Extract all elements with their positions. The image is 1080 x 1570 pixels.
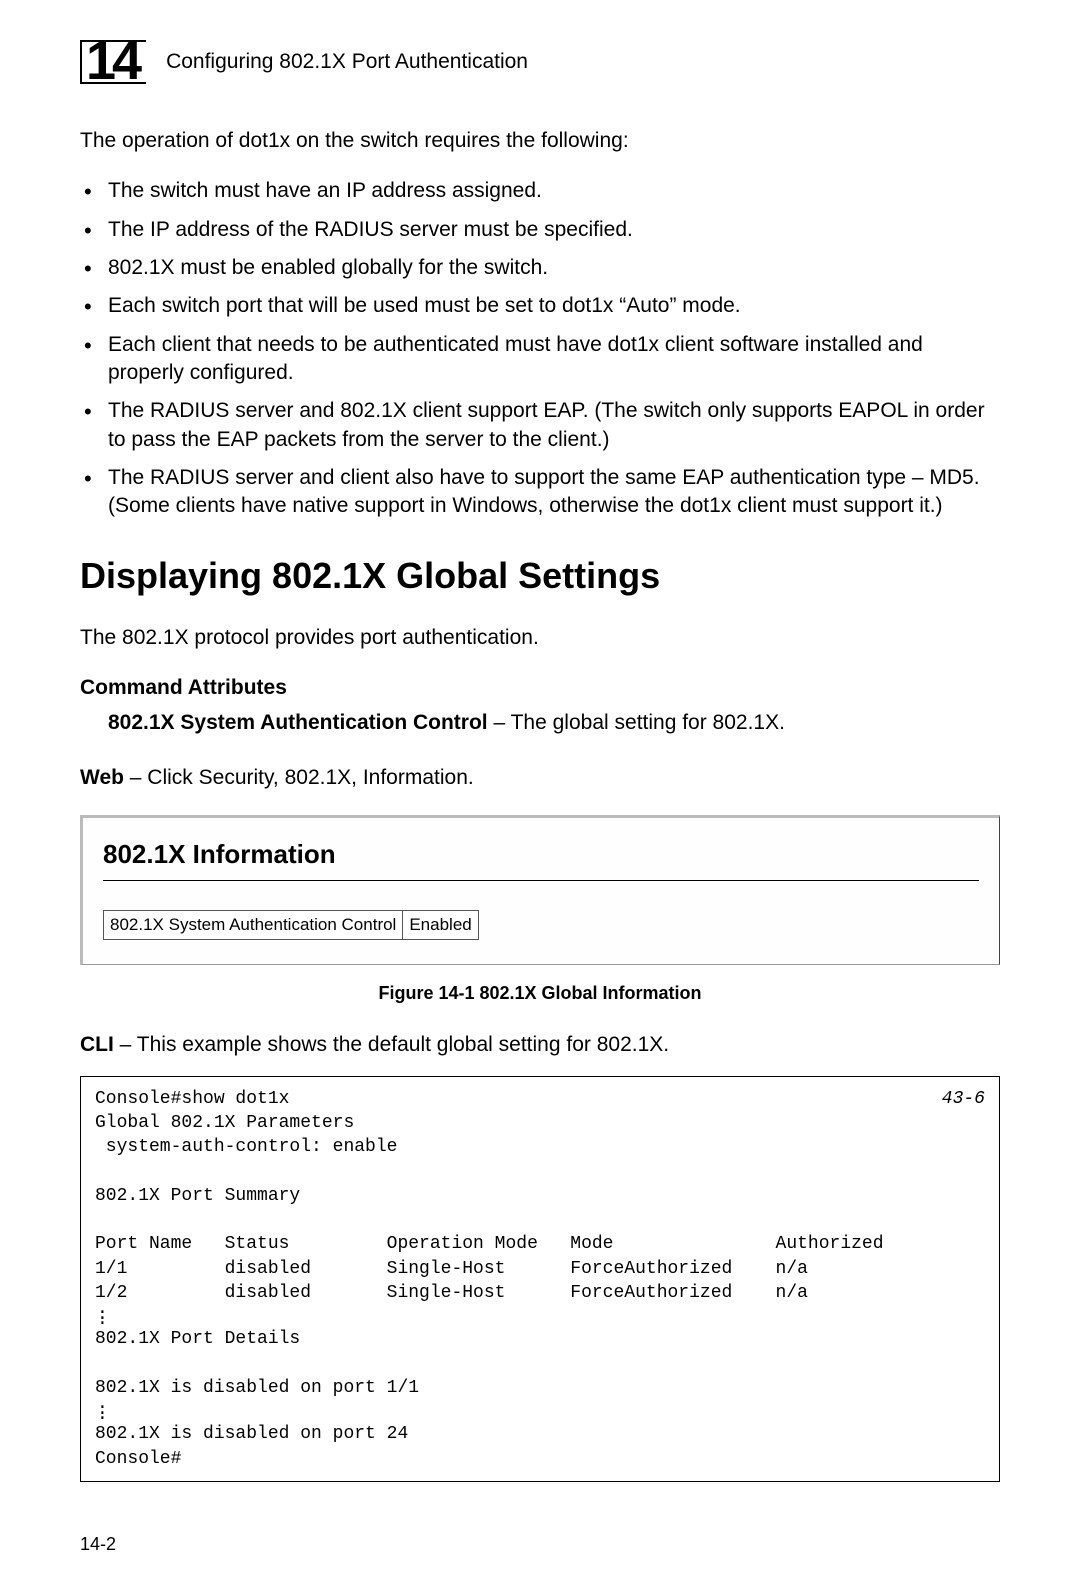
cli-table-row: 1/2 disabled Single-Host ForceAuthorized… [95, 1283, 808, 1303]
cli-table-header: Port Name Status Operation Mode Mode Aut… [95, 1234, 884, 1254]
cli-output-block: Console#show dot1x 43-6 Global 802.1X Par… [80, 1076, 1000, 1483]
requirements-list: The switch must have an IP address assig… [80, 177, 1000, 520]
figure-caption: Figure 14-1 802.1X Global Information [80, 981, 1000, 1006]
cli-prompt: Console# [95, 1449, 181, 1469]
table-label-cell: 802.1X System Authentication Control [104, 911, 403, 939]
command-attributes-title: Command Attributes [80, 673, 1000, 702]
list-item: The switch must have an IP address assig… [108, 177, 1000, 205]
attribute-text: – The global setting for 802.1X. [488, 711, 785, 734]
page-header: 14 Configuring 802.1X Port Authenticatio… [80, 40, 1000, 84]
cli-text-line: 802.1X Port Summary [95, 1186, 300, 1206]
attribute-line: 802.1X System Authentication Control – T… [80, 708, 1000, 737]
cli-lead: CLI [80, 1033, 114, 1056]
cli-line: CLI – This example shows the default glo… [80, 1030, 1000, 1059]
chapter-number: 14 [80, 40, 146, 84]
table-value-cell: Enabled [403, 911, 477, 939]
section-intro: The 802.1X protocol provides port authen… [80, 623, 1000, 652]
list-item: The RADIUS server and client also have t… [108, 464, 1000, 521]
section-heading: Displaying 802.1X Global Settings [80, 551, 1000, 601]
intro-paragraph: The operation of dot1x on the switch req… [80, 126, 1000, 155]
cli-table-row: 1/1 disabled Single-Host ForceAuthorized… [95, 1259, 808, 1279]
cli-text-line: 802.1X is disabled on port 1/1 [95, 1378, 419, 1398]
cli-text-line: system-auth-control: enable [95, 1137, 397, 1157]
cli-text-line: 802.1X Port Details [95, 1329, 300, 1349]
cli-command: Console#show dot1x [95, 1089, 289, 1109]
ellipsis-icon: . . . [95, 1402, 985, 1418]
attribute-bold: 802.1X System Authentication Control [108, 711, 488, 734]
list-item: Each client that needs to be authenticat… [108, 331, 1000, 388]
cli-text-line: Global 802.1X Parameters [95, 1113, 354, 1133]
web-lead: Web [80, 766, 124, 789]
cli-text-line: 802.1X is disabled on port 24 [95, 1424, 408, 1444]
divider [103, 880, 979, 881]
ellipsis-icon: . . . [95, 1307, 985, 1323]
cli-text: – This example shows the default global … [114, 1033, 669, 1056]
table-row: 802.1X System Authentication Control Ena… [104, 911, 478, 939]
web-text: – Click Security, 802.1X, Information. [124, 766, 474, 789]
list-item: Each switch port that will be used must … [108, 292, 1000, 320]
list-item: The RADIUS server and 802.1X client supp… [108, 397, 1000, 454]
info-table: 802.1X System Authentication Control Ena… [103, 910, 479, 940]
info-panel: 802.1X Information 802.1X System Authent… [80, 815, 1000, 965]
cli-reference: 43-6 [942, 1087, 985, 1111]
chapter-title: Configuring 802.1X Port Authentication [166, 47, 528, 76]
page-number: 14-2 [80, 1532, 1000, 1557]
web-line: Web – Click Security, 802.1X, Informatio… [80, 763, 1000, 792]
info-panel-title: 802.1X Information [103, 836, 979, 872]
list-item: 802.1X must be enabled globally for the … [108, 254, 1000, 282]
list-item: The IP address of the RADIUS server must… [108, 216, 1000, 244]
